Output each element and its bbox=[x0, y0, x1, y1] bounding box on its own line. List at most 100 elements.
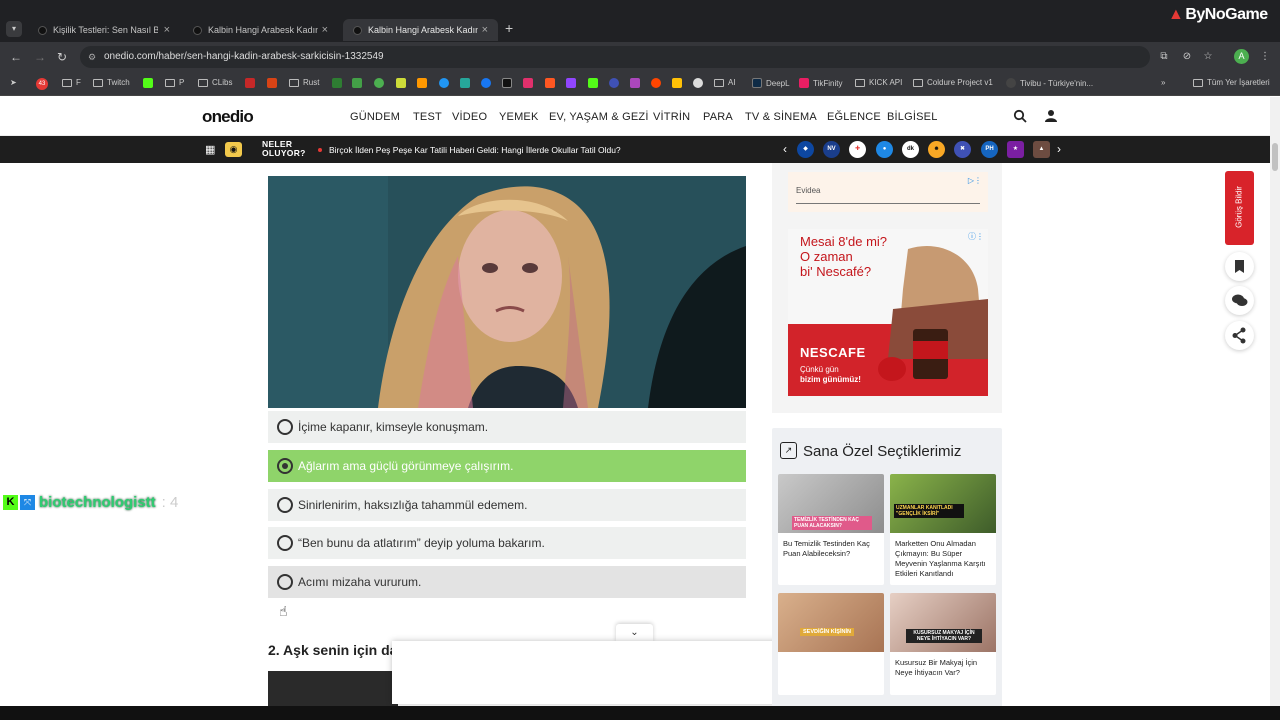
bookmark-icon-d[interactable] bbox=[396, 78, 410, 88]
brand-logo-icon[interactable]: PH bbox=[981, 141, 998, 158]
bookmark-tivibu[interactable]: Tivibu - Türkiye'nin... bbox=[1006, 78, 1093, 88]
bookmark-icon-h[interactable] bbox=[545, 78, 559, 88]
nav-video[interactable]: VİDEO bbox=[452, 111, 487, 123]
bookmark-arrow-icon[interactable]: ➤ bbox=[10, 78, 17, 87]
user-icon[interactable] bbox=[1045, 109, 1057, 123]
bookmark-folder-p[interactable]: P bbox=[165, 78, 184, 87]
radio-button[interactable] bbox=[277, 574, 293, 590]
onedio-logo[interactable]: onedio bbox=[202, 107, 254, 127]
star-icon[interactable]: ☆ bbox=[1202, 51, 1214, 63]
install-app-icon[interactable]: ⧉ bbox=[1158, 51, 1170, 63]
bookmark-icon-i[interactable] bbox=[630, 78, 644, 88]
bookmark-icon-a[interactable] bbox=[332, 78, 346, 88]
tab-search-button[interactable]: ▾ bbox=[6, 21, 22, 37]
browser-tab-3-active[interactable]: Kalbin Hangi Arabesk Kadın Şa × bbox=[343, 19, 498, 41]
pick-card-2[interactable]: UZMANLAR KANITLADI "GENÇLİK İKSİRİ" Mark… bbox=[890, 474, 996, 585]
brand-logo-icon[interactable]: ◆ bbox=[797, 141, 814, 158]
back-arrow-icon[interactable]: ← bbox=[10, 50, 22, 64]
nav-yemek[interactable]: YEMEK bbox=[499, 111, 539, 123]
grid-icon[interactable]: ▦ bbox=[205, 143, 215, 156]
adchoices-icon[interactable]: ⓘ⋮ bbox=[968, 231, 984, 242]
nav-test[interactable]: TEST bbox=[413, 111, 442, 123]
site-info-icon[interactable]: ⚙ bbox=[88, 46, 96, 68]
nescafe-ad[interactable]: Mesai 8'de mi? O zaman bi' Nescafé? NESC… bbox=[788, 229, 988, 396]
bookmark-folder-rust[interactable]: Rust bbox=[289, 78, 319, 87]
radio-button[interactable] bbox=[277, 535, 293, 551]
nav-bilgisel[interactable]: BİLGİSEL bbox=[887, 111, 938, 123]
bookmark-all[interactable]: Tüm Yer İşaretleri bbox=[1193, 78, 1270, 87]
radio-button[interactable] bbox=[277, 419, 293, 435]
forward-arrow-icon[interactable]: → bbox=[34, 50, 46, 64]
bookmark-deepl[interactable]: DeepL bbox=[752, 78, 790, 88]
comments-button[interactable] bbox=[1225, 286, 1254, 315]
evidea-ad[interactable]: Evidea ▷⋮ bbox=[788, 172, 988, 212]
browser-tab-1[interactable]: Kişilik Testleri: Sen Nasıl Birisin? × bbox=[28, 19, 180, 41]
bookmark-icon-c[interactable] bbox=[374, 78, 388, 88]
bookmark-badge[interactable]: 43 bbox=[36, 78, 52, 90]
bookmark-icon-f[interactable] bbox=[439, 78, 453, 88]
nav-tv-sinema[interactable]: TV & SİNEMA bbox=[745, 111, 817, 123]
bookmark-tiktok[interactable] bbox=[502, 78, 516, 88]
nav-para[interactable]: PARA bbox=[703, 111, 733, 123]
bookmark-folder-ai[interactable]: AI bbox=[714, 78, 736, 87]
bookmark-kick[interactable] bbox=[588, 78, 602, 88]
bookmark-folder-clibs[interactable]: CLibs bbox=[198, 78, 232, 87]
bookmark-facebook[interactable] bbox=[481, 78, 495, 88]
bookmark-icon-e[interactable] bbox=[417, 78, 431, 88]
chevron-left-icon[interactable]: ‹ bbox=[783, 142, 787, 156]
pick-card-4[interactable]: KUSURSUZ MAKYAJ İÇİN NEYE İHTİYACIN VAR?… bbox=[890, 593, 996, 695]
brand-logo-icon[interactable]: ✚ bbox=[849, 141, 866, 158]
search-icon[interactable] bbox=[1013, 109, 1027, 123]
quiz-option-1[interactable]: İçime kapanır, kimseyle konuşmam. bbox=[268, 411, 746, 443]
bookmark-green[interactable] bbox=[143, 78, 157, 88]
quiz-option-4[interactable]: “Ben bunu da atlatırım” deyip yoluma bak… bbox=[268, 527, 746, 559]
ad-collapse-toggle[interactable]: ⌄ bbox=[616, 624, 653, 642]
pick-card-3[interactable]: SEVDİĞİN KİŞİNİN bbox=[778, 593, 884, 695]
nav-gundem[interactable]: GÜNDEM bbox=[350, 111, 400, 123]
brand-logo-icon[interactable]: ✖ bbox=[954, 141, 971, 158]
pick-card-1[interactable]: TEMİZLİK TESTİNDEN KAÇ PUAN ALACAKSIN? B… bbox=[778, 474, 884, 585]
bookmark-icon-j[interactable] bbox=[672, 78, 686, 88]
bookmark-tikfinity[interactable]: TikFinity bbox=[799, 78, 842, 88]
close-icon[interactable]: × bbox=[482, 24, 488, 36]
bookmark-icon-red[interactable] bbox=[245, 78, 259, 88]
bookmark-folder-coldure[interactable]: Coldure Project v1 bbox=[913, 78, 993, 87]
bookmark-instagram[interactable] bbox=[523, 78, 537, 88]
quiz-option-3[interactable]: Sinirlenirim, haksızlığa tahammül edemem… bbox=[268, 489, 746, 521]
quiz-option-2-selected[interactable]: Ağlarım ama güçlü görünmeye çalışırım. bbox=[268, 450, 746, 482]
bookmark-folder-f[interactable]: F bbox=[62, 78, 81, 87]
eye-off-icon[interactable]: ⊘ bbox=[1181, 51, 1193, 63]
bookmark-twitch[interactable] bbox=[566, 78, 580, 88]
feedback-button[interactable]: Görüş Bildir bbox=[1225, 171, 1254, 245]
bookmark-github[interactable] bbox=[693, 78, 707, 88]
kebab-menu-icon[interactable]: ⋮ bbox=[1259, 51, 1271, 63]
close-icon[interactable]: × bbox=[164, 24, 170, 36]
bookmark-icon-b[interactable] bbox=[352, 78, 366, 88]
nav-vitrin[interactable]: VİTRİN bbox=[653, 111, 690, 123]
brand-logo-icon[interactable]: ☻ bbox=[928, 141, 945, 158]
nivea-logo-icon[interactable]: NV bbox=[823, 141, 840, 158]
bookmark-icon-r[interactable] bbox=[609, 78, 623, 88]
reload-icon[interactable]: ↻ bbox=[57, 50, 67, 64]
brand-logo-icon[interactable]: ★ bbox=[1007, 141, 1024, 158]
bookmark-icon-red2[interactable] bbox=[267, 78, 281, 88]
page-scrollbar[interactable] bbox=[1270, 97, 1280, 707]
url-field[interactable]: ⚙ onedio.com/haber/sen-hangi-kadin-arabe… bbox=[80, 46, 1150, 68]
nav-eglence[interactable]: EĞLENCE bbox=[827, 111, 881, 123]
bookmark-reddit[interactable] bbox=[651, 78, 665, 88]
new-tab-button[interactable]: + bbox=[505, 20, 513, 36]
browser-tab-2[interactable]: Kalbin Hangi Arabesk Kadın Şa × bbox=[183, 19, 338, 41]
bookmark-icon-g[interactable] bbox=[460, 78, 474, 88]
nav-ev-yasam-gezi[interactable]: EV, YAŞAM & GEZİ bbox=[549, 111, 649, 123]
bookmark-button[interactable] bbox=[1225, 252, 1254, 281]
share-button[interactable] bbox=[1225, 321, 1254, 350]
quiz-option-5[interactable]: Acımı mizaha vururum. bbox=[268, 566, 746, 598]
radio-button-checked[interactable] bbox=[277, 458, 293, 474]
scrollbar-thumb[interactable] bbox=[1272, 143, 1278, 171]
close-icon[interactable]: × bbox=[322, 24, 328, 36]
news-headline[interactable]: Birçok İlden Peş Peşe Kar Tatili Haberi … bbox=[329, 145, 621, 155]
chevron-right-icon[interactable]: › bbox=[1057, 142, 1061, 156]
adchoices-icon[interactable]: ▷⋮ bbox=[968, 176, 982, 185]
profile-avatar[interactable]: A bbox=[1234, 49, 1249, 64]
radio-button[interactable] bbox=[277, 497, 293, 513]
